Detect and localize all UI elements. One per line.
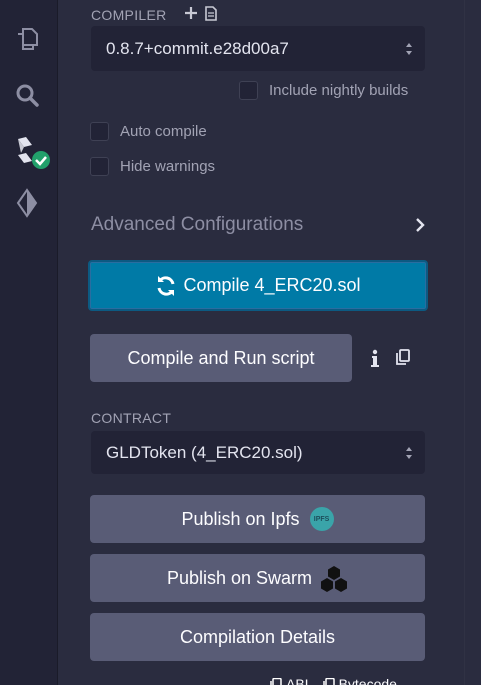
publish-swarm-label: Publish on Swarm bbox=[166, 567, 313, 588]
auto-compile-label: Auto compile bbox=[120, 123, 207, 140]
deploy-run-icon[interactable] bbox=[12, 188, 42, 218]
add-icon[interactable] bbox=[183, 5, 199, 21]
copy-icon bbox=[270, 677, 282, 685]
solidity-compiler-icon[interactable] bbox=[12, 135, 52, 171]
copy-icon bbox=[322, 677, 335, 685]
hide-warnings-label: Hide warnings bbox=[120, 158, 216, 175]
advanced-configurations-label: Advanced Configurations bbox=[91, 214, 304, 235]
abi-bytecode-links: ABI Bytecode bbox=[270, 676, 397, 685]
abi-label: ABI bbox=[286, 676, 309, 685]
ipfs-icon: IPFS bbox=[309, 507, 334, 531]
publish-ipfs-label: Publish on Ipfs bbox=[181, 508, 300, 529]
hide-warnings-row: Hide warnings bbox=[90, 157, 215, 176]
copy-bytecode-link[interactable]: Bytecode bbox=[322, 676, 397, 685]
nightly-builds-row: Include nightly builds bbox=[239, 81, 408, 100]
chevron-right-icon bbox=[416, 218, 425, 232]
swarm-icon bbox=[321, 566, 348, 592]
publish-swarm-button[interactable]: Publish on Swarm bbox=[90, 554, 425, 602]
icon-panel bbox=[0, 0, 58, 685]
nightly-builds-checkbox[interactable] bbox=[239, 81, 258, 100]
hide-warnings-checkbox[interactable] bbox=[90, 157, 109, 176]
select-arrows-icon bbox=[406, 446, 412, 459]
nightly-builds-label: Include nightly builds bbox=[269, 82, 409, 99]
copy-icon[interactable] bbox=[395, 348, 411, 366]
contract-select-value: GLDToken (4_ERC20.sol) bbox=[106, 442, 303, 462]
bytecode-label: Bytecode bbox=[338, 676, 397, 685]
compiler-version-value: 0.8.7+commit.e28d00a7 bbox=[106, 38, 289, 58]
contract-label: CONTRACT bbox=[91, 410, 172, 426]
file-icon[interactable] bbox=[204, 5, 218, 21]
compiler-label: COMPILER bbox=[91, 7, 167, 23]
refresh-icon bbox=[157, 275, 175, 296]
auto-compile-row: Auto compile bbox=[90, 122, 207, 141]
compilation-details-label: Compilation Details bbox=[179, 626, 336, 647]
compile-and-run-button[interactable]: Compile and Run script bbox=[90, 334, 352, 382]
auto-compile-checkbox[interactable] bbox=[90, 122, 109, 141]
search-icon[interactable] bbox=[12, 80, 42, 110]
compile-and-run-label: Compile and Run script bbox=[127, 347, 315, 368]
copy-abi-link[interactable]: ABI bbox=[270, 676, 309, 685]
file-explorer-icon[interactable] bbox=[12, 24, 42, 54]
compilation-details-button[interactable]: Compilation Details bbox=[90, 613, 425, 661]
contract-select[interactable]: GLDToken (4_ERC20.sol) bbox=[91, 431, 425, 474]
compile-button[interactable]: Compile 4_ERC20.sol bbox=[88, 260, 428, 311]
compile-button-label: Compile 4_ERC20.sol bbox=[183, 275, 361, 295]
advanced-configurations-toggle[interactable]: Advanced Configurations bbox=[91, 213, 425, 237]
compiler-version-select[interactable]: 0.8.7+commit.e28d00a7 bbox=[91, 26, 425, 71]
publish-ipfs-button[interactable]: Publish on Ipfs IPFS bbox=[90, 495, 425, 543]
info-icon[interactable] bbox=[369, 348, 381, 368]
select-arrows-icon bbox=[406, 42, 412, 55]
scrollbar[interactable] bbox=[464, 0, 481, 685]
